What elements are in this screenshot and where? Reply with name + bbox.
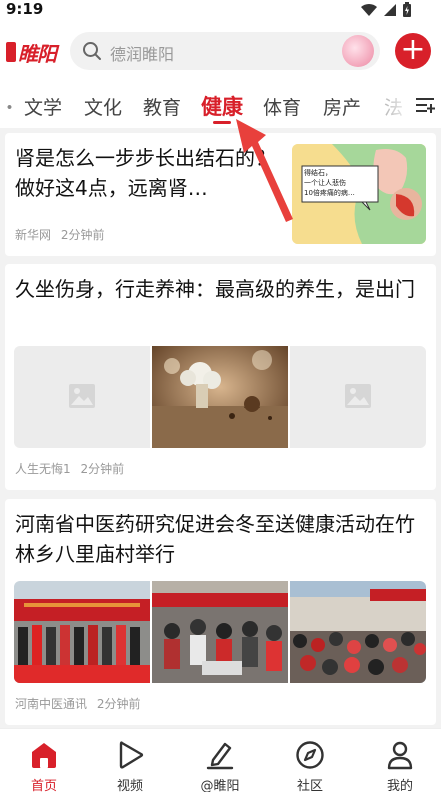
nav-profile[interactable]: 我的 — [356, 729, 441, 792]
news-image[interactable] — [14, 581, 150, 683]
news-card[interactable]: 河南省中医药研究促进会冬至送健康活动在竹林乡八里庙村举行 河南中医通讯 2分钟前 — [5, 499, 436, 725]
nav-home[interactable]: 首页 — [0, 729, 88, 792]
event-photo-clinic — [152, 581, 288, 683]
event-photo-crowd — [290, 581, 426, 683]
news-source: 人生无悔1 — [15, 462, 71, 476]
play-icon — [119, 741, 144, 769]
news-image-row — [14, 346, 427, 448]
signal-icon — [384, 3, 396, 16]
tab-partial-left[interactable]: ・ — [0, 93, 19, 120]
table-flowers-photo — [152, 346, 288, 448]
news-time: 2分钟前 — [60, 228, 105, 242]
news-image[interactable] — [152, 581, 288, 683]
image-placeholder[interactable] — [14, 346, 150, 448]
news-meta: 河南中医通讯 2分钟前 — [15, 695, 140, 712]
tab-culture[interactable]: 文化 — [84, 93, 122, 120]
news-time: 2分钟前 — [96, 697, 141, 711]
news-title[interactable]: 久坐伤身，行走养神：最高级的养生，是出门 — [15, 274, 426, 304]
news-meta: 人生无悔1 2分钟前 — [15, 460, 124, 477]
news-source: 新华网 — [15, 228, 52, 242]
news-image-row — [14, 581, 427, 683]
event-photo-group — [14, 581, 150, 683]
news-time: 2分钟前 — [80, 462, 125, 476]
news-title[interactable]: 河南省中医药研究促进会冬至送健康活动在竹林乡八里庙村举行 — [15, 509, 426, 569]
search-icon — [83, 42, 101, 60]
search-avatar-icon[interactable] — [342, 35, 374, 67]
wifi-icon — [361, 3, 377, 16]
home-icon — [32, 743, 56, 768]
tab-literature[interactable]: 文学 — [24, 93, 62, 120]
tab-fade — [385, 82, 415, 128]
app-logo: 睢阳 — [6, 39, 62, 66]
channel-tabs: ・ 文学 文化 教育 健康 体育 房产 法 — [0, 82, 441, 128]
news-thumbnail[interactable]: 得结石， 一个让人悲伤 10倍疼痛的病… — [292, 144, 426, 244]
nav-home-label: 首页 — [30, 779, 57, 792]
nav-suiyang-label: @睢阳 — [200, 779, 240, 792]
search-placeholder: 德润睢阳 — [110, 45, 175, 64]
header: 睢阳 德润睢阳 + — [0, 22, 441, 82]
status-time: 9:19 — [6, 0, 44, 18]
bottom-navigation: 首页 视频 @睢阳 社区 我的 — [0, 728, 441, 792]
active-tab-indicator — [213, 121, 231, 124]
news-image[interactable] — [152, 346, 288, 448]
channel-menu-icon[interactable] — [415, 96, 435, 114]
nav-community[interactable]: 社区 — [266, 729, 354, 792]
news-image[interactable] — [290, 581, 426, 683]
add-button[interactable]: + — [395, 33, 431, 69]
nav-suiyang[interactable]: @睢阳 — [176, 729, 264, 792]
news-card[interactable]: 久坐伤身，行走养神：最高级的养生，是出门 人生无悔1 2分钟前 — [5, 264, 436, 490]
battery-icon — [403, 2, 411, 17]
image-placeholder[interactable] — [290, 346, 426, 448]
search-bar[interactable]: 德润睢阳 — [70, 32, 380, 70]
nav-video-label: 视频 — [116, 779, 143, 792]
logo-text: 睢阳 — [18, 41, 57, 66]
nav-video[interactable]: 视频 — [86, 729, 174, 792]
nav-profile-label: 我的 — [386, 779, 413, 792]
news-meta: 新华网 2分钟前 — [15, 226, 104, 243]
annotation-arrow-icon — [236, 119, 293, 222]
image-placeholder-icon — [69, 384, 95, 408]
compass-icon — [296, 741, 324, 769]
tab-education[interactable]: 教育 — [143, 93, 181, 120]
news-source: 河南中医通讯 — [15, 697, 88, 711]
image-placeholder-icon — [345, 384, 371, 408]
logo-mark — [6, 42, 16, 62]
tab-real-estate[interactable]: 房产 — [323, 93, 361, 120]
status-icons — [361, 2, 411, 17]
user-icon — [387, 741, 413, 770]
status-bar: 9:19 — [0, 0, 441, 22]
thumbnail-caption: 得结石， 一个让人悲伤 10倍疼痛的病… — [304, 169, 355, 197]
nav-community-label: 社区 — [296, 779, 323, 792]
news-card[interactable]: 肾是怎么一步步长出结石的？做好这4点，远离肾… 新华网 2分钟前 得结石， 一个… — [5, 133, 436, 256]
edit-icon — [206, 742, 234, 770]
